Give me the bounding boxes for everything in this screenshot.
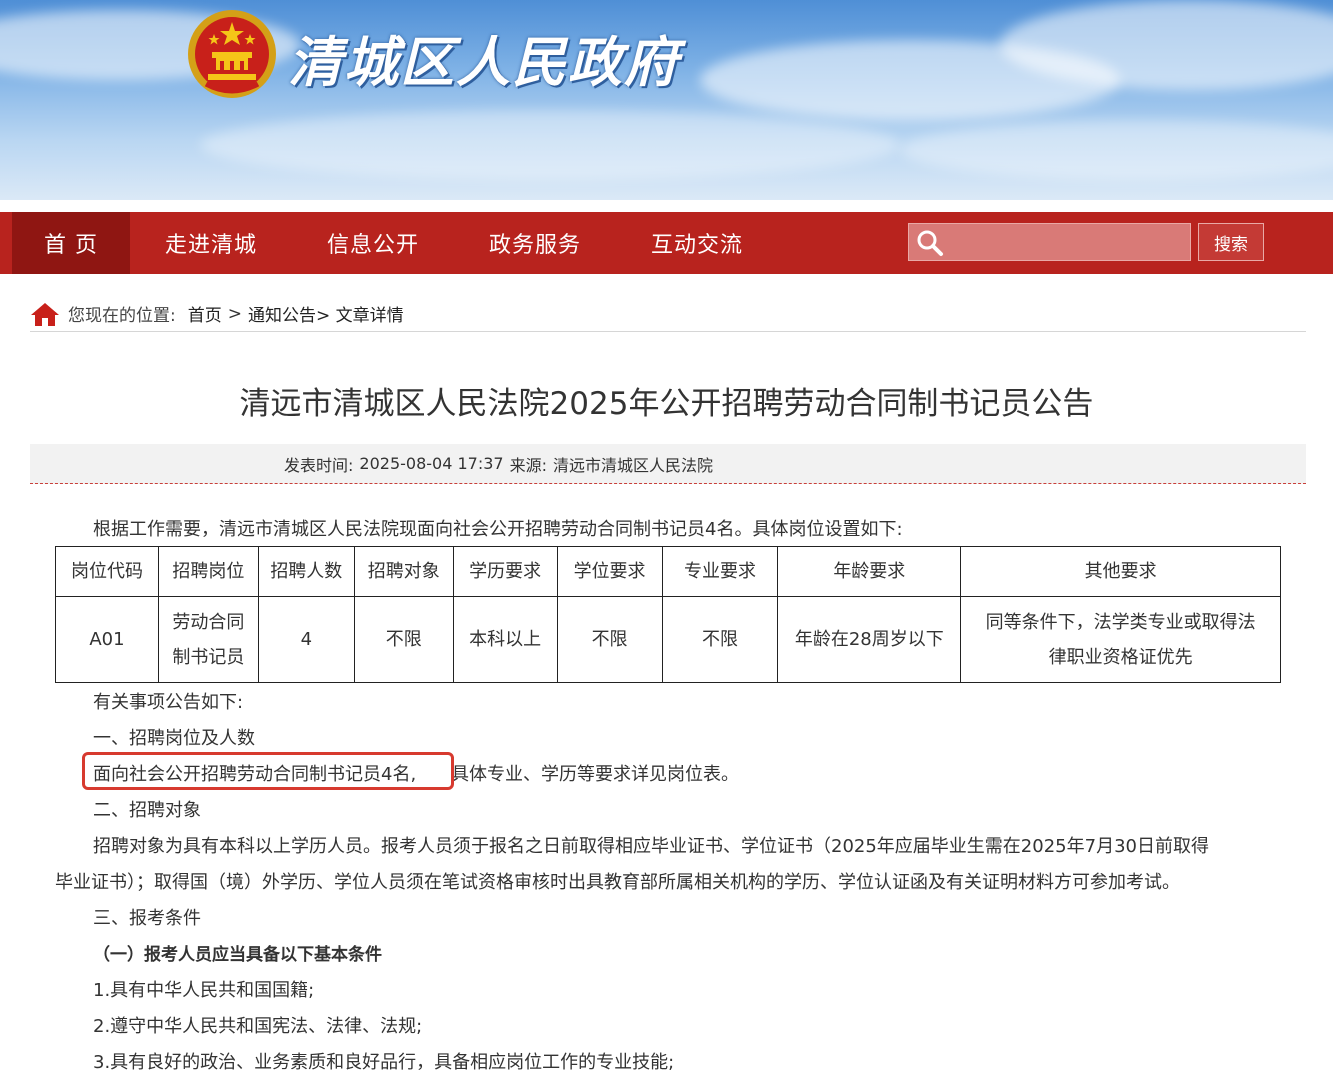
section-2-line-1: 招聘对象为具有本科以上学历人员。报考人员须于报名之日前取得相应毕业证书、学位证书… bbox=[93, 836, 1209, 857]
section-2-line-2: 毕业证书）；取得国（境）外学历、学位人员须在笔试资格审核时出具教育部所属相关机构… bbox=[55, 872, 1180, 893]
section-heading-1: 一、招聘岗位及人数 bbox=[93, 728, 255, 749]
national-emblem-icon bbox=[188, 10, 276, 98]
table-header-cell: 招聘人数 bbox=[257, 546, 355, 597]
table-cell-age: 年龄在28周岁以下 bbox=[777, 596, 962, 683]
home-icon bbox=[31, 302, 59, 326]
condition-2: 2.遵守中华人民共和国宪法、法律、法规; bbox=[93, 1016, 423, 1037]
position-line: 劳动合同 bbox=[172, 611, 245, 633]
meta-time: 2025-08-04 17:37 bbox=[359, 454, 504, 473]
nav-item-interaction[interactable]: 互动交流 bbox=[616, 212, 778, 274]
condition-1: 1.具有中华人民共和国国籍; bbox=[93, 980, 315, 1001]
main-nav: 首 页 走进清城 信息公开 政务服务 互动交流 搜索 bbox=[0, 212, 1333, 274]
table-cell-education: 本科以上 bbox=[452, 596, 558, 683]
search-button[interactable]: 搜索 bbox=[1198, 223, 1264, 261]
positions-table: 岗位代码 招聘岗位 招聘人数 招聘对象 学历要求 学位要求 专业要求 年龄要求 … bbox=[55, 546, 1281, 683]
article-title: 清远市清城区人民法院2025年公开招聘劳动合同制书记员公告 bbox=[239, 386, 1094, 422]
section-3-subheading: （一）报考人员应当具备以下基本条件 bbox=[93, 945, 382, 965]
table-cell-other: 同等条件下，法学类专业或取得法 律职业资格证优先 bbox=[960, 596, 1281, 683]
other-line: 同等条件下，法学类专业或取得法 bbox=[985, 611, 1256, 633]
table-cell-target: 不限 bbox=[353, 596, 454, 683]
highlight-annotation-box bbox=[82, 752, 454, 790]
breadcrumb-home-link[interactable]: 首页 bbox=[188, 301, 222, 326]
nav-item-info-disclosure[interactable]: 信息公开 bbox=[292, 212, 454, 274]
table-cell-count: 4 bbox=[257, 596, 355, 683]
intro-paragraph: 根据工作需要，清远市清城区人民法院现面向社会公开招聘劳动合同制书记员4名。具体岗… bbox=[93, 519, 903, 540]
table-cell-code: A01 bbox=[55, 596, 159, 683]
breadcrumb: 您现在的位置: 首页 > 通知公告> 文章详情 bbox=[30, 296, 1306, 332]
meta-source: 清远市清城区人民法院 bbox=[553, 455, 714, 475]
nav-item-about[interactable]: 走进清城 bbox=[130, 212, 292, 274]
article-meta: 发表时间: 2025-08-04 17:37 来源: 清远市清城区人民法院 bbox=[30, 444, 1306, 484]
other-line: 律职业资格证优先 bbox=[1048, 646, 1193, 668]
nav-item-home[interactable]: 首 页 bbox=[12, 212, 130, 274]
search-icon bbox=[917, 230, 943, 256]
nav-edge bbox=[0, 212, 12, 274]
table-header-cell: 学历要求 bbox=[452, 546, 558, 597]
meta-time-label: 发表时间: bbox=[284, 455, 354, 475]
table-header-cell: 其他要求 bbox=[960, 546, 1281, 597]
table-cell-degree: 不限 bbox=[556, 596, 663, 683]
section-heading-2: 二、招聘对象 bbox=[93, 800, 201, 821]
table-header-row: 岗位代码 招聘岗位 招聘人数 招聘对象 学历要求 学位要求 专业要求 年龄要求 … bbox=[55, 546, 1281, 597]
table-row: A01 劳动合同 制书记员 4 不限 本科以上 不限 不限 年龄在28周岁以下 … bbox=[55, 596, 1281, 683]
table-header-cell: 招聘岗位 bbox=[157, 546, 259, 597]
breadcrumb-separator: > bbox=[227, 303, 242, 324]
site-title: 清城区人民政府 bbox=[288, 31, 680, 94]
table-header-cell: 岗位代码 bbox=[55, 546, 159, 597]
breadcrumb-label: 您现在的位置: bbox=[68, 306, 176, 326]
table-cell-position: 劳动合同 制书记员 bbox=[157, 596, 259, 683]
table-header-cell: 招聘对象 bbox=[353, 546, 454, 597]
section-heading-3: 三、报考条件 bbox=[93, 908, 201, 929]
position-line: 制书记员 bbox=[172, 646, 245, 668]
table-cell-major: 不限 bbox=[661, 596, 779, 683]
nav-item-gov-services[interactable]: 政务服务 bbox=[454, 212, 616, 274]
search-box bbox=[908, 223, 1191, 261]
notice-heading: 有关事项公告如下: bbox=[93, 692, 244, 713]
meta-source-label: 来源: bbox=[509, 455, 547, 475]
condition-3: 3.具有良好的政治、业务素质和良好品行，具备相应岗位工作的专业技能; bbox=[93, 1052, 675, 1073]
section-1-rest-text: 具体专业、学历等要求详见岗位表。 bbox=[451, 764, 739, 785]
breadcrumb-trail[interactable]: 通知公告> 文章详情 bbox=[248, 301, 404, 326]
table-header-cell: 专业要求 bbox=[661, 546, 779, 597]
search-input[interactable] bbox=[949, 226, 1185, 258]
table-header-cell: 学位要求 bbox=[556, 546, 663, 597]
table-header-cell: 年龄要求 bbox=[777, 546, 962, 597]
header-banner: 清城区人民政府 bbox=[0, 0, 1333, 200]
